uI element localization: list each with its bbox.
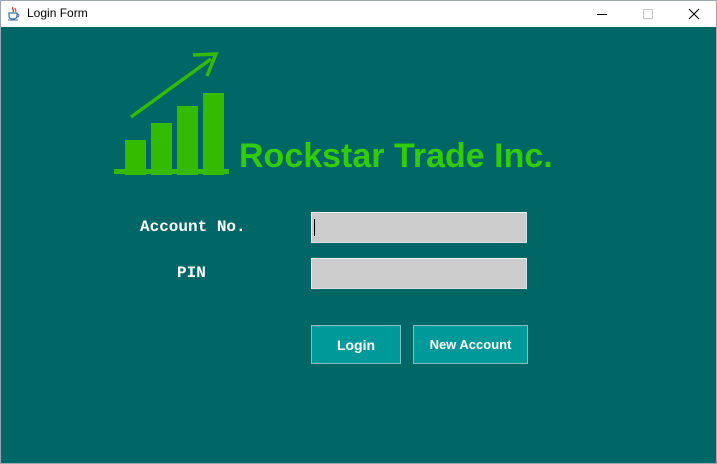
- brand-name: Rockstar Trade Inc.: [239, 137, 553, 175]
- login-button[interactable]: Login: [311, 325, 401, 364]
- login-panel: Rockstar Trade Inc. Account No. PIN Logi…: [1, 27, 716, 463]
- login-window: Login Form Rockstar Trade Inc. Account N…: [0, 0, 717, 464]
- maximize-button[interactable]: [625, 1, 671, 27]
- minimize-icon: [597, 14, 607, 15]
- title-bar[interactable]: Login Form: [1, 1, 716, 27]
- minimize-button[interactable]: [579, 1, 625, 27]
- new-account-button[interactable]: New Account: [413, 325, 528, 364]
- window-title: Login Form: [27, 6, 88, 20]
- close-button[interactable]: [671, 1, 717, 27]
- close-icon: [688, 8, 700, 20]
- pin-label: PIN: [177, 264, 206, 282]
- java-cup-icon[interactable]: [7, 6, 21, 21]
- text-caret: [314, 219, 315, 236]
- account-number-label: Account No.: [140, 218, 246, 236]
- growth-chart-icon: [114, 52, 229, 175]
- account-number-input[interactable]: [311, 212, 527, 243]
- maximize-icon: [643, 9, 653, 19]
- pin-input[interactable]: [311, 258, 527, 289]
